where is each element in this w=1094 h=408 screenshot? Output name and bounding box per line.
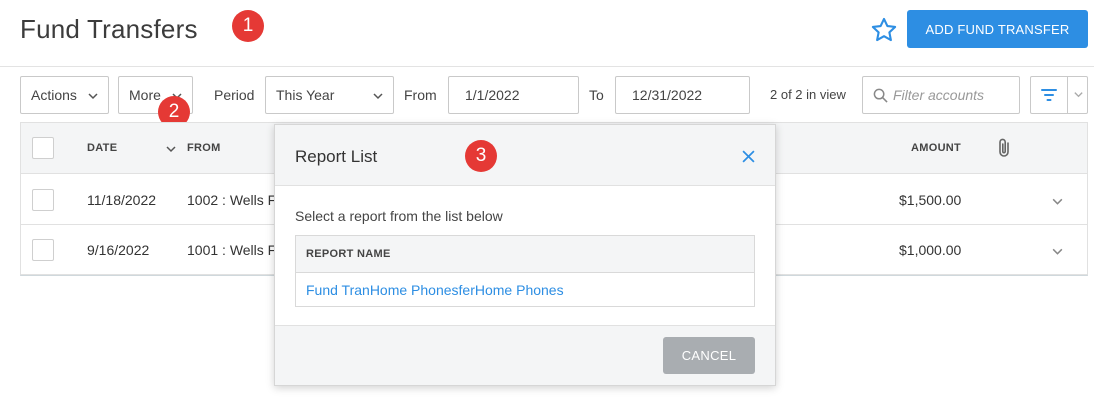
- report-link[interactable]: Fund TranHome PhonesferHome Phones: [296, 273, 754, 307]
- column-date[interactable]: DATE: [87, 142, 117, 154]
- filter-accounts-input[interactable]: Filter accounts: [862, 76, 1020, 114]
- report-name-table: REPORT NAME Fund TranHome PhonesferHome …: [295, 235, 755, 307]
- page-title: Fund Transfers: [20, 14, 198, 44]
- report-list-dialog: Report List 3 Select a report from the l…: [274, 124, 776, 386]
- to-date-input[interactable]: 12/31/2022: [615, 76, 750, 114]
- chevron-down-icon: [88, 93, 98, 100]
- dialog-header: Report List 3: [275, 125, 775, 186]
- filter-icon[interactable]: [1041, 88, 1057, 102]
- column-from[interactable]: FROM: [187, 142, 221, 154]
- paperclip-icon: [999, 138, 1009, 157]
- column-report-name: REPORT NAME: [296, 236, 754, 273]
- dialog-instruction: Select a report from the list below: [295, 208, 503, 224]
- period-select[interactable]: This Year: [265, 76, 394, 114]
- divider: [0, 66, 1094, 67]
- chevron-down-icon[interactable]: [1073, 89, 1084, 100]
- period-value: This Year: [276, 87, 335, 103]
- dialog-title: Report List: [295, 147, 378, 166]
- annotation-badge-3: 3: [465, 140, 497, 172]
- row-from: 1001 : Wells F: [187, 242, 277, 258]
- from-label: From: [404, 87, 437, 103]
- row-date: 9/16/2022: [87, 242, 150, 258]
- filter-button-group[interactable]: [1030, 76, 1088, 114]
- row-checkbox[interactable]: [32, 239, 54, 261]
- sort-chevron-icon[interactable]: [165, 143, 177, 155]
- cancel-button[interactable]: CANCEL: [663, 337, 755, 374]
- filter-placeholder: Filter accounts: [893, 87, 985, 103]
- more-label: More: [129, 87, 161, 103]
- chevron-down-icon: [373, 93, 383, 100]
- actions-dropdown[interactable]: Actions: [20, 76, 109, 114]
- expand-chevron-icon[interactable]: [1051, 195, 1064, 208]
- from-date-value: 1/1/2022: [465, 87, 520, 103]
- divider: [1067, 77, 1068, 113]
- column-amount[interactable]: AMOUNT: [911, 142, 961, 154]
- row-from: 1002 : Wells F: [187, 192, 277, 208]
- row-date: 11/18/2022: [87, 192, 157, 208]
- row-amount: $1,000.00: [899, 242, 962, 258]
- to-label: To: [589, 87, 604, 103]
- row-amount: $1,500.00: [899, 192, 962, 208]
- actions-label: Actions: [31, 87, 77, 103]
- close-icon[interactable]: [742, 150, 755, 163]
- add-fund-transfer-button[interactable]: ADD FUND TRANSFER: [907, 10, 1088, 48]
- row-checkbox[interactable]: [32, 189, 54, 211]
- from-date-input[interactable]: 1/1/2022: [448, 76, 579, 114]
- favorite-star-icon[interactable]: [870, 16, 898, 44]
- view-count: 2 of 2 in view: [770, 87, 846, 102]
- expand-chevron-icon[interactable]: [1051, 245, 1064, 258]
- select-all-checkbox[interactable]: [32, 137, 54, 159]
- to-date-value: 12/31/2022: [632, 87, 703, 103]
- period-label: Period: [214, 87, 255, 103]
- annotation-badge-1: 1: [232, 10, 264, 42]
- search-icon: [873, 88, 888, 103]
- dialog-footer: CANCEL: [275, 325, 775, 385]
